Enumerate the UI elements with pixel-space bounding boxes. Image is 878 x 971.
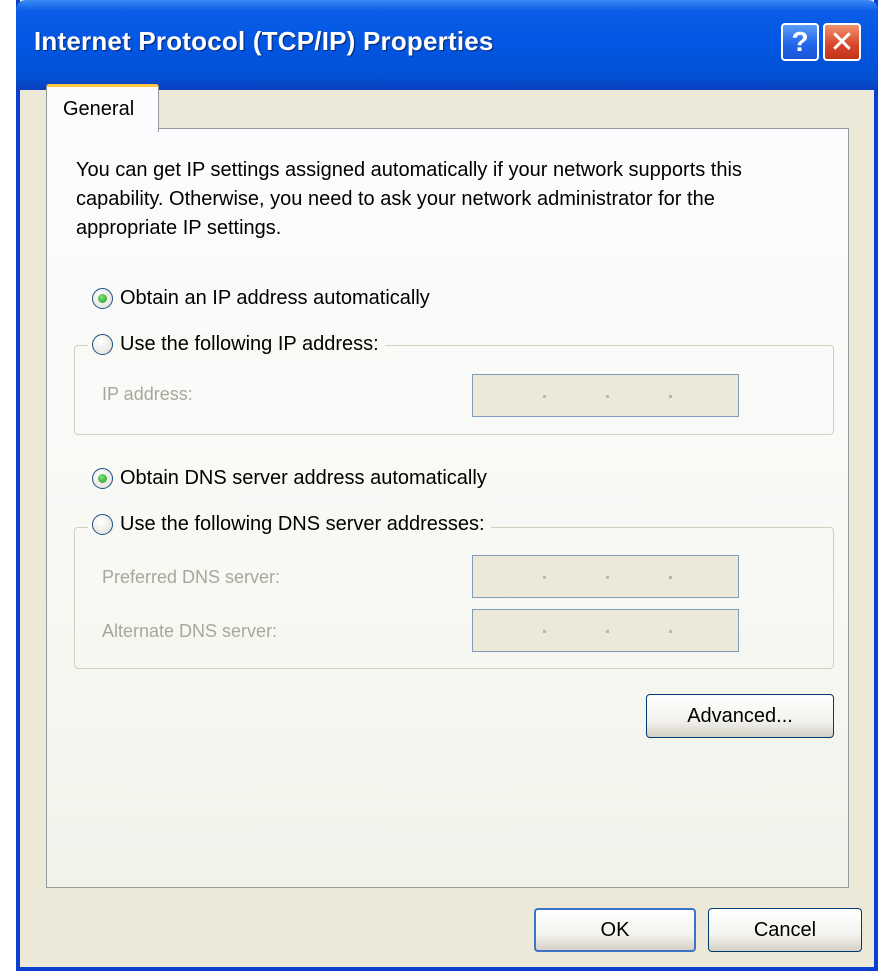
use-following-dns-label: Use the following DNS server addresses: [120, 513, 485, 535]
radio-unchecked-icon [92, 514, 113, 535]
window-title: Internet Protocol (TCP/IP) Properties [34, 26, 494, 56]
preferred-dns-label: Preferred DNS server: [102, 567, 281, 587]
intro-text: You can get IP settings assigned automat… [76, 159, 742, 239]
ok-button[interactable]: OK [534, 908, 696, 952]
close-icon: ✕ [829, 25, 855, 59]
tab-general-label: General [63, 98, 135, 120]
radio-checked-icon [92, 288, 113, 309]
obtain-dns-auto-radio[interactable]: Obtain DNS server address automatically [92, 467, 487, 490]
tab-general[interactable]: General [46, 84, 159, 132]
ip-address-field[interactable] [472, 374, 739, 417]
close-button[interactable]: ✕ [823, 23, 861, 61]
radio-unchecked-icon [92, 334, 113, 355]
obtain-ip-auto-label: Obtain an IP address automatically [120, 287, 430, 309]
alternate-dns-label: Alternate DNS server: [102, 621, 278, 641]
ip-address-label: IP address: [102, 384, 193, 404]
title-bar[interactable]: Internet Protocol (TCP/IP) Properties ? … [16, 0, 878, 90]
radio-checked-icon [92, 468, 113, 489]
obtain-ip-auto-radio[interactable]: Obtain an IP address automatically [92, 287, 430, 310]
tcpip-properties-dialog: Internet Protocol (TCP/IP) Properties ? … [16, 0, 878, 971]
use-following-dns-radio[interactable]: Use the following DNS server addresses: [88, 513, 491, 536]
help-icon: ? [791, 26, 809, 57]
obtain-dns-auto-label: Obtain DNS server address automatically [120, 467, 487, 489]
preferred-dns-field[interactable] [472, 555, 739, 598]
alternate-dns-field[interactable] [472, 609, 739, 652]
cancel-button[interactable]: Cancel [708, 908, 862, 952]
use-following-ip-radio[interactable]: Use the following IP address: [88, 333, 385, 356]
advanced-button[interactable]: Advanced... [646, 694, 834, 738]
use-following-ip-label: Use the following IP address: [120, 333, 379, 355]
help-button[interactable]: ? [781, 23, 819, 61]
